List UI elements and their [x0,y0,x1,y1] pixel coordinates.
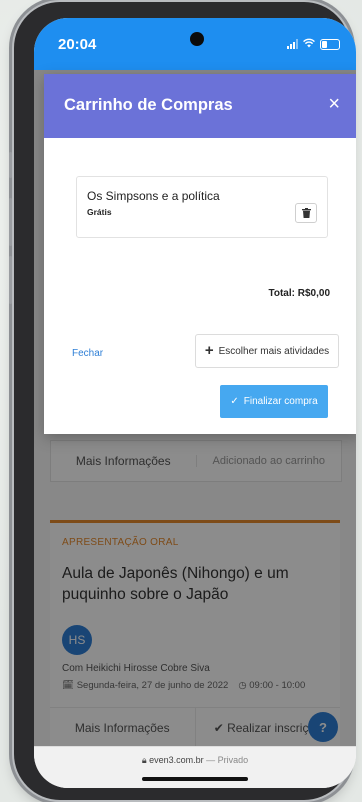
phone-screen: 20:04 Mais Informações Adicionado ao car… [34,18,356,788]
choose-more-label: Escolher mais atividades [218,345,330,357]
url-domain: even3.com.br [149,755,204,765]
modal-title: Carrinho de Compras [64,96,233,114]
close-link[interactable]: Fechar [72,348,103,359]
plus-icon: + [204,342,214,359]
signal-icon [287,39,298,49]
clock: 20:04 [58,36,97,53]
checkout-button[interactable]: ✓ Finalizar compra [220,385,328,418]
url-display[interactable]: 🔒︎ even3.com.br — Privado [34,755,356,766]
cart-item: Os Simpsons e a política Grátis [76,176,328,238]
home-indicator[interactable] [142,777,248,781]
wifi-icon [303,37,315,51]
close-icon[interactable]: × [328,94,340,114]
browser-address-bar[interactable]: 🔒︎ even3.com.br — Privado [34,746,356,788]
lock-icon: 🔒︎ [141,755,147,765]
status-bar: 20:04 [34,18,356,70]
checkout-label: Finalizar compra [243,396,318,407]
cart-item-price: Grátis [87,207,112,217]
volume-up-button [9,198,12,246]
cart-item-name: Os Simpsons e a política [87,189,220,203]
mute-switch [9,152,12,178]
modal-header: Carrinho de Compras × [44,74,356,138]
cart-modal: Carrinho de Compras × Os Simpsons e a po… [44,74,356,434]
volume-down-button [9,256,12,304]
trash-icon[interactable] [295,203,317,223]
check-icon: ✓ [230,396,239,407]
private-mode-label: — Privado [203,755,249,765]
cart-total: Total: R$0,00 [268,288,331,299]
status-icons [287,37,340,51]
choose-more-activities-button[interactable]: + Escolher mais atividades [195,334,339,368]
battery-icon [320,38,340,50]
front-camera [190,32,204,46]
